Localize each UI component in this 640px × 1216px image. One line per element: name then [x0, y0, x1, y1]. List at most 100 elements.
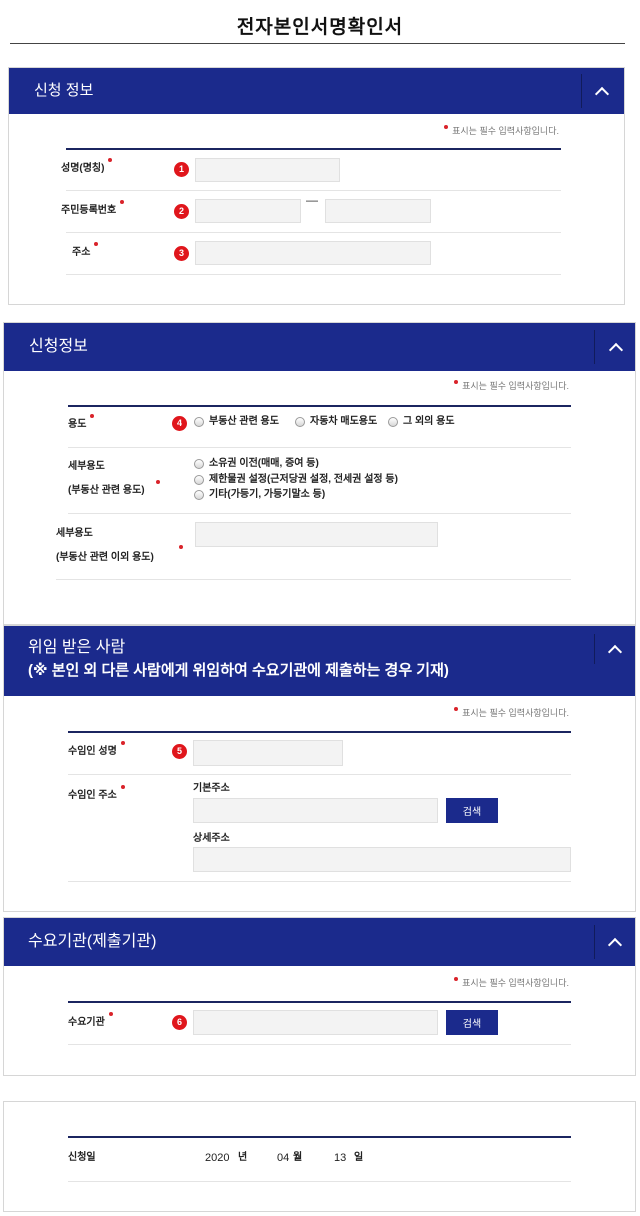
- agency-label-text: 수요기관: [68, 1017, 105, 1028]
- radio-option-ownership-transfer[interactable]: 소유권 이전(매매, 증여 등): [194, 458, 319, 470]
- row-divider: [66, 274, 561, 275]
- radio-option-vehicle-sale[interactable]: 자동차 매도용도: [295, 416, 377, 428]
- chevron-up-icon[interactable]: [606, 934, 622, 950]
- application-date-section: 신청일 2020 년 04 월 13 일: [3, 1101, 636, 1212]
- section-header: 신청정보: [4, 323, 635, 371]
- required-note-text: 표시는 필수 입력사항입니다.: [462, 978, 569, 988]
- red-dot-icon: [94, 242, 99, 246]
- delegate-section: 위임 받은 사람 (※ 본인 외 다른 사람에게 위임하여 수요기관에 제출하는…: [3, 625, 636, 912]
- radio-option-label: 부동산 관련 용도: [209, 416, 279, 427]
- application-info-section: 신청정보 표시는 필수 입력사항입니다. 용도 4 부동산 관련 용도 자동차 …: [3, 322, 636, 625]
- title-divider: [10, 43, 625, 44]
- red-dot-icon: [179, 545, 183, 549]
- date-day: 13: [334, 1152, 347, 1164]
- radio-button[interactable]: [295, 417, 305, 427]
- step-badge: 5: [172, 744, 187, 759]
- radio-button[interactable]: [194, 490, 204, 500]
- red-dot-icon: [454, 977, 459, 981]
- agency-input[interactable]: [193, 1010, 438, 1035]
- address-input[interactable]: [195, 241, 431, 265]
- step-badge: 1: [174, 162, 189, 177]
- section-header: 수요기관(제출기관): [4, 918, 635, 966]
- resident-number-separator: —: [306, 193, 318, 207]
- step-badge: 3: [174, 246, 189, 261]
- red-dot-icon: [454, 707, 459, 711]
- row-divider: [68, 881, 571, 882]
- section-title: 신청 정보: [34, 82, 94, 99]
- purpose-label-text: 용도: [68, 419, 87, 430]
- row-divider: [68, 1181, 571, 1182]
- section-title: 위임 받은 사람: [28, 639, 126, 656]
- header-divider: [594, 634, 595, 664]
- radio-button[interactable]: [388, 417, 398, 427]
- date-year: 2020: [205, 1152, 230, 1164]
- step-badge: 2: [174, 204, 189, 219]
- date-day-unit: 일: [354, 1152, 364, 1163]
- purpose-label: 용도: [68, 414, 95, 432]
- radio-option-label: 제한물권 설정(근저당권 설정, 전세권 설정 등): [209, 474, 398, 485]
- resident-number-back-input[interactable]: [325, 199, 431, 223]
- radio-option-label: 기타(가등기, 가등기말소 등): [209, 489, 326, 500]
- row-divider: [66, 190, 561, 191]
- other-purpose-detail-input[interactable]: [195, 522, 438, 547]
- radio-button[interactable]: [194, 417, 204, 427]
- required-note-text: 표시는 필수 입력사항입니다.: [452, 126, 559, 136]
- row-divider: [68, 513, 571, 514]
- delegate-name-label: 수임인 성명: [68, 741, 125, 759]
- agency-search-button[interactable]: 검색: [446, 1010, 498, 1035]
- section-header: 위임 받은 사람 (※ 본인 외 다른 사람에게 위임하여 수요기관에 제출하는…: [4, 626, 635, 696]
- chevron-up-icon[interactable]: [606, 641, 622, 657]
- address-label: 주소: [72, 242, 99, 260]
- real-estate-detail-label-line2: (부동산 관련 용도): [68, 485, 145, 496]
- row-divider: [56, 579, 571, 580]
- red-dot-icon: [108, 158, 113, 162]
- row-divider: [66, 232, 561, 233]
- address-search-button[interactable]: 검색: [446, 798, 498, 823]
- required-note-text: 표시는 필수 입력사항입니다.: [462, 381, 569, 391]
- delegate-basic-address-input[interactable]: [193, 798, 438, 823]
- delegate-name-input[interactable]: [193, 740, 343, 766]
- date-month: 04: [277, 1152, 290, 1164]
- radio-button[interactable]: [194, 475, 204, 485]
- header-divider: [594, 330, 595, 364]
- row-divider: [68, 1044, 571, 1045]
- red-dot-icon: [108, 1012, 113, 1016]
- red-dot-icon: [444, 125, 449, 129]
- section-subtitle: (※ 본인 외 다른 사람에게 위임하여 수요기관에 제출하는 경우 기재): [28, 662, 449, 679]
- resident-number-label-text: 주민등록번호: [61, 205, 117, 216]
- date-year-unit: 년: [238, 1152, 248, 1163]
- required-note-text: 표시는 필수 입력사항입니다.: [462, 708, 569, 718]
- radio-option-limited-real-right[interactable]: 제한물권 설정(근저당권 설정, 전세권 설정 등): [194, 474, 398, 486]
- required-note: 표시는 필수 입력사항입니다.: [454, 380, 569, 392]
- radio-option-label: 그 외의 용도: [403, 416, 455, 427]
- table-top-rule: [68, 1001, 571, 1003]
- applicant-info-section: 신청 정보 표시는 필수 입력사항입니다. 성명(명칭) 1 주민등록번호 2 …: [8, 67, 625, 305]
- name-input[interactable]: [195, 158, 340, 182]
- address-label-text: 주소: [72, 247, 91, 258]
- chevron-up-icon[interactable]: [593, 83, 609, 99]
- header-divider: [581, 74, 582, 108]
- radio-option-other[interactable]: 그 외의 용도: [388, 416, 455, 428]
- name-label: 성명(명칭): [61, 158, 113, 176]
- step-badge: 6: [172, 1015, 187, 1030]
- red-dot-icon: [120, 741, 125, 745]
- page-title: 전자본인서명확인서: [236, 17, 404, 38]
- header-divider: [594, 925, 595, 959]
- radio-option-real-estate[interactable]: 부동산 관련 용도: [194, 416, 279, 428]
- radio-button[interactable]: [194, 459, 204, 469]
- delegate-detail-address-input[interactable]: [193, 847, 571, 872]
- required-note: 표시는 필수 입력사항입니다.: [454, 707, 569, 719]
- chevron-up-icon[interactable]: [607, 339, 623, 355]
- table-top-rule: [68, 1136, 571, 1138]
- name-label-text: 성명(명칭): [61, 163, 105, 174]
- delegate-address-label: 수임인 주소: [68, 785, 125, 803]
- red-dot-icon: [120, 785, 125, 789]
- red-dot-icon: [90, 414, 95, 418]
- radio-option-other-provisional[interactable]: 기타(가등기, 가등기말소 등): [194, 489, 325, 501]
- required-note: 표시는 필수 입력사항입니다.: [444, 125, 559, 137]
- table-top-rule: [66, 148, 561, 150]
- resident-number-front-input[interactable]: [195, 199, 301, 223]
- resident-number-label: 주민등록번호: [61, 200, 125, 218]
- application-date-label: 신청일: [68, 1152, 96, 1163]
- section-title: 신청정보: [29, 338, 88, 355]
